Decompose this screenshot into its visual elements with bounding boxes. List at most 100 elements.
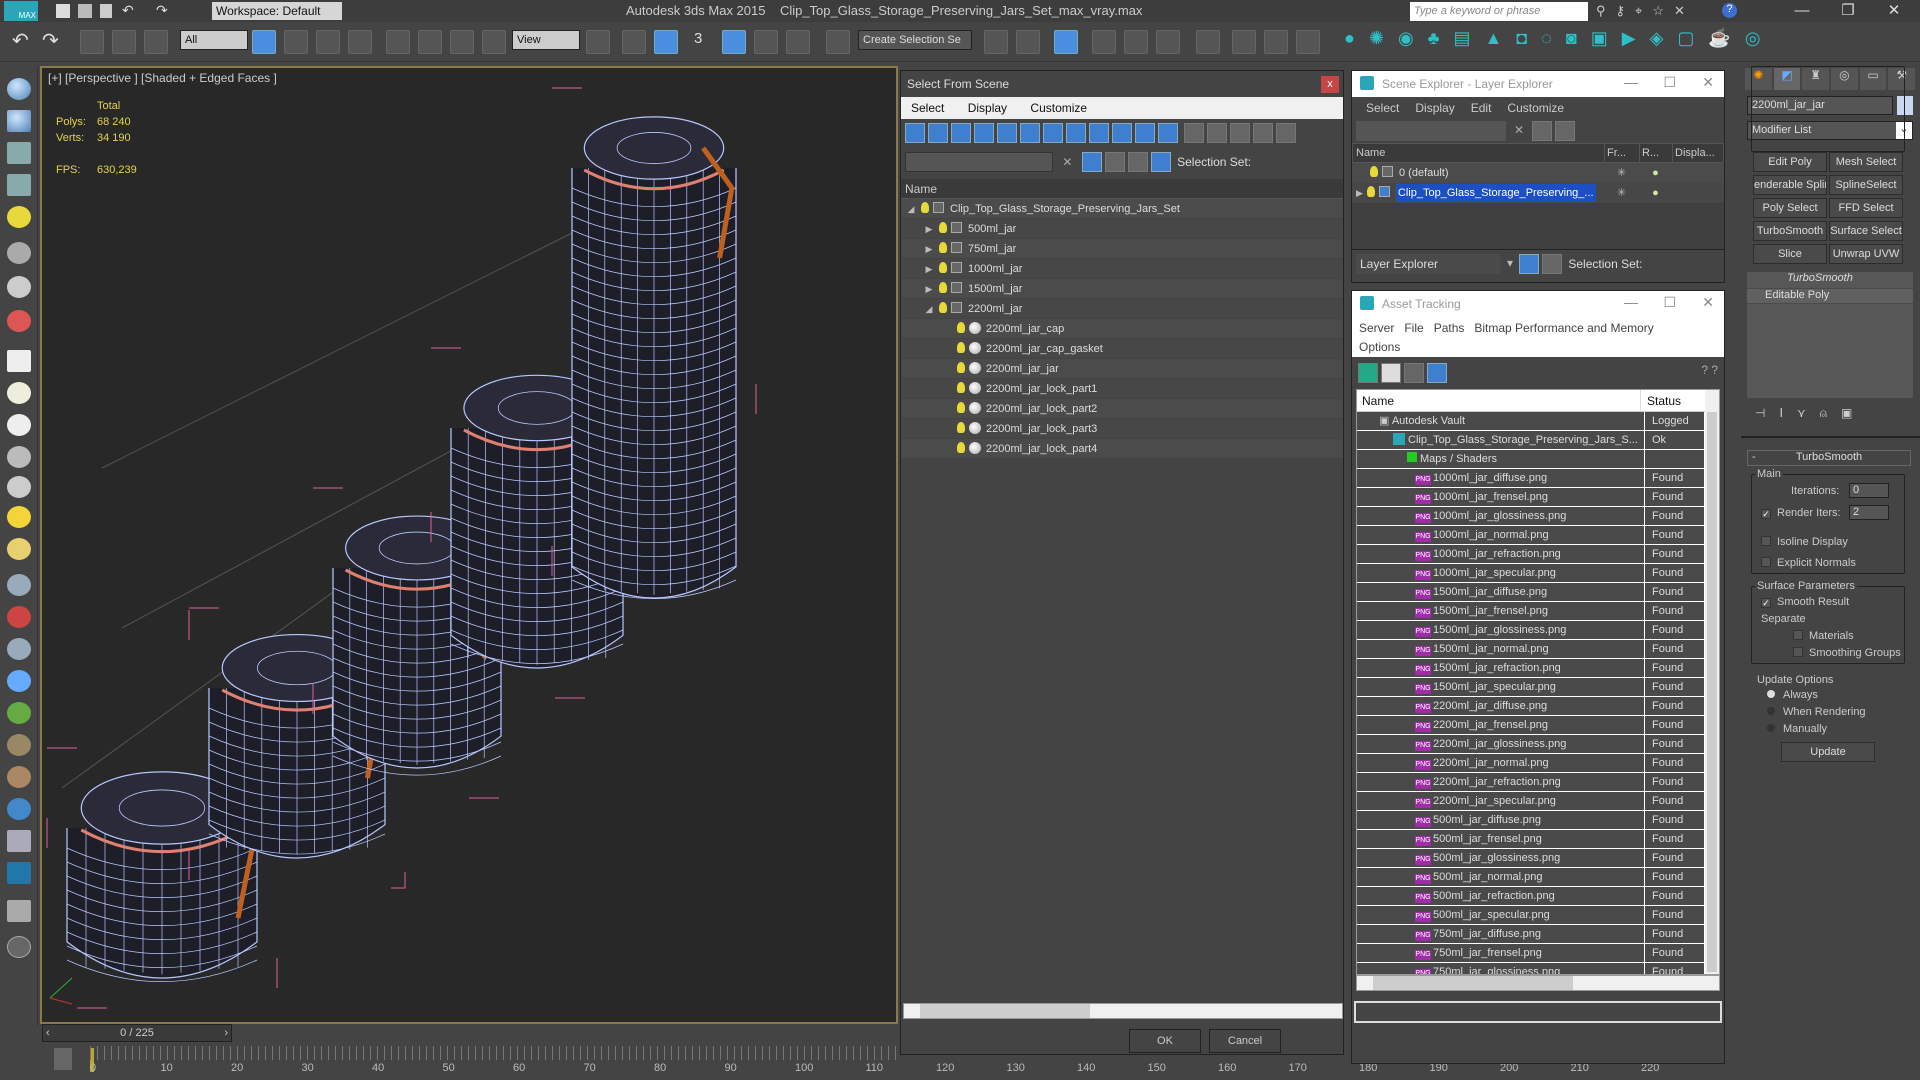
tree-item[interactable]: ▶ 500ml_jar <box>901 219 1343 239</box>
time-slider[interactable]: ‹ 0 / 225 › <box>42 1024 232 1042</box>
frozen-filter-icon[interactable] <box>1135 123 1155 143</box>
schematic-view-icon[interactable] <box>1156 30 1180 54</box>
cloth-icon[interactable] <box>7 766 31 788</box>
visibility-bulb-icon[interactable] <box>1370 166 1378 177</box>
ik-icon[interactable] <box>7 638 31 660</box>
col-status[interactable]: Status <box>1641 390 1705 411</box>
modifier-button[interactable]: Slice <box>1753 244 1827 264</box>
asset-row[interactable]: PNG 2200ml_jar_diffuse.png Found <box>1357 697 1705 716</box>
rendered-frame-icon[interactable] <box>1264 30 1288 54</box>
clear-icon[interactable]: ✕ <box>1062 155 1072 169</box>
visibility-bulb-icon[interactable] <box>939 302 947 313</box>
layout-icon[interactable] <box>7 830 31 852</box>
open-file-icon[interactable] <box>78 4 92 18</box>
tree-item[interactable]: ▶ 1500ml_jar <box>901 279 1343 299</box>
ok-button[interactable]: OK <box>1129 1029 1201 1053</box>
manually-radio[interactable]: Manually <box>1767 723 1827 735</box>
tree-item[interactable]: ◢ Clip_Top_Glass_Storage_Preserving_Jars_… <box>901 199 1343 219</box>
layers-filter-icon[interactable] <box>1104 152 1125 172</box>
next-frame-icon[interactable]: › <box>224 1025 231 1041</box>
cancel-button[interactable]: Cancel <box>1209 1029 1281 1053</box>
filter-options-icon[interactable] <box>1276 123 1297 143</box>
snaps-toggle[interactable]: 3 <box>694 30 702 47</box>
dropdown-arrow-icon[interactable]: ▾ <box>1507 256 1513 270</box>
select-by-name-icon[interactable] <box>284 30 308 54</box>
horizontal-scrollbar[interactable] <box>1356 975 1720 991</box>
group-filter-icon[interactable] <box>1043 123 1063 143</box>
find-input[interactable] <box>1356 121 1506 141</box>
asset-row[interactable]: PNG 2200ml_jar_frensel.png Found <box>1357 716 1705 735</box>
help-circle-icon[interactable] <box>7 936 31 958</box>
container-filter-icon[interactable] <box>1112 123 1132 143</box>
visibility-bulb-icon[interactable] <box>921 202 929 213</box>
layer-explorer-icon[interactable] <box>1054 30 1078 54</box>
plane-icon[interactable] <box>7 350 31 372</box>
bone-filter-icon[interactable] <box>1089 123 1109 143</box>
manipulate-icon[interactable] <box>622 30 646 54</box>
freeze-icon[interactable]: ✳ <box>1604 163 1639 183</box>
radio-icon[interactable] <box>1767 707 1775 715</box>
asset-row[interactable]: PNG 750ml_jar_glossiness.png Found <box>1357 963 1705 974</box>
menu-bitmap-performance[interactable]: Bitmap Performance and Memory <box>1474 321 1653 335</box>
document-icon[interactable] <box>7 900 31 922</box>
vertical-scrollbar[interactable] <box>1705 390 1719 974</box>
col-frozen[interactable]: Fr... <box>1605 144 1640 162</box>
table-view-icon[interactable] <box>1427 363 1447 383</box>
rotate-icon[interactable] <box>418 30 442 54</box>
tree-item[interactable]: ◢ 2200ml_jar <box>901 299 1343 319</box>
checkbox-icon[interactable] <box>1761 536 1771 546</box>
perspective-viewport[interactable]: [+] [Perspective ] [Shaded + Edged Faces… <box>40 66 898 1024</box>
asset-row[interactable]: PNG 2200ml_jar_normal.png Found <box>1357 754 1705 773</box>
scale-icon[interactable] <box>450 30 474 54</box>
angle-snap-icon[interactable] <box>722 30 746 54</box>
grass-icon[interactable] <box>7 446 31 468</box>
turbosmooth-rollout-header[interactable]: - TurboSmooth <box>1747 450 1911 466</box>
render-icon[interactable] <box>7 110 31 132</box>
expand-arrow-icon[interactable]: ▶ <box>923 219 935 239</box>
hidden-filter-icon[interactable] <box>1158 123 1178 143</box>
visibility-bulb-icon[interactable] <box>939 242 947 253</box>
maximize-button[interactable]: ☐ <box>1663 74 1676 91</box>
modifier-button[interactable]: TurboSmooth <box>1753 221 1827 241</box>
redo-icon[interactable]: ↷ <box>156 2 168 19</box>
sliders-icon[interactable] <box>7 174 31 196</box>
display-none-icon[interactable] <box>1207 123 1228 143</box>
new-layer-icon[interactable] <box>1555 121 1576 141</box>
curve-editor-icon[interactable] <box>1124 30 1148 54</box>
asset-row[interactable]: PNG 2200ml_jar_glossiness.png Found <box>1357 735 1705 754</box>
edit-named-selection-icon[interactable] <box>826 30 850 54</box>
menu-edit[interactable]: Edit <box>1471 101 1492 115</box>
modifier-button[interactable]: Surface Select <box>1829 221 1903 241</box>
menu-select[interactable]: Select <box>911 101 944 115</box>
minimize-button[interactable]: — <box>1624 74 1638 90</box>
tree-item[interactable]: 2200ml_jar_lock_part1 <box>901 379 1343 399</box>
cone-icon[interactable] <box>7 476 31 498</box>
help-icons[interactable]: ? ? <box>1701 363 1718 377</box>
col-name[interactable]: Name <box>1353 144 1605 162</box>
modifier-button[interactable]: Edit Poly <box>1753 152 1827 172</box>
asset-row[interactable]: PNG 1000ml_jar_glossiness.png Found <box>1357 507 1705 526</box>
graphite-toolbox-icon[interactable] <box>1092 30 1116 54</box>
vray-toolbar-icons[interactable]: ●✺◉♣▤▲◘◌◙▣▶◈▢☕◎ <box>1344 28 1904 56</box>
shading-ball-icon[interactable] <box>7 798 31 820</box>
move-icon[interactable] <box>386 30 410 54</box>
iterations-spinner[interactable]: 0 <box>1849 483 1889 498</box>
stack-item-turbosmooth[interactable]: TurboSmooth <box>1747 272 1913 288</box>
layer-mode-icon[interactable] <box>1127 152 1148 172</box>
display-all-icon[interactable] <box>1184 123 1205 143</box>
clear-icon[interactable]: ✕ <box>1514 123 1524 137</box>
expand-arrow-icon[interactable]: ▶ <box>923 259 935 279</box>
refresh-icon[interactable] <box>1358 363 1378 383</box>
workspace-dropdown[interactable]: Workspace: Default <box>212 2 342 20</box>
particles-icon[interactable] <box>7 574 31 596</box>
close-button[interactable]: x <box>1321 76 1339 93</box>
invert-icon[interactable] <box>1230 123 1251 143</box>
help-icon[interactable]: ? <box>1722 3 1737 18</box>
undo-button[interactable]: ↶ <box>12 28 29 53</box>
checkbox-checked-icon[interactable]: ✓ <box>1761 509 1771 519</box>
menu-display[interactable]: Display <box>1415 101 1454 115</box>
percent-snap-icon[interactable] <box>754 30 778 54</box>
col-name[interactable]: Name <box>1357 390 1641 411</box>
checkbox-icon[interactable] <box>1761 557 1771 567</box>
materials-checkbox[interactable]: Materials <box>1793 630 1854 642</box>
